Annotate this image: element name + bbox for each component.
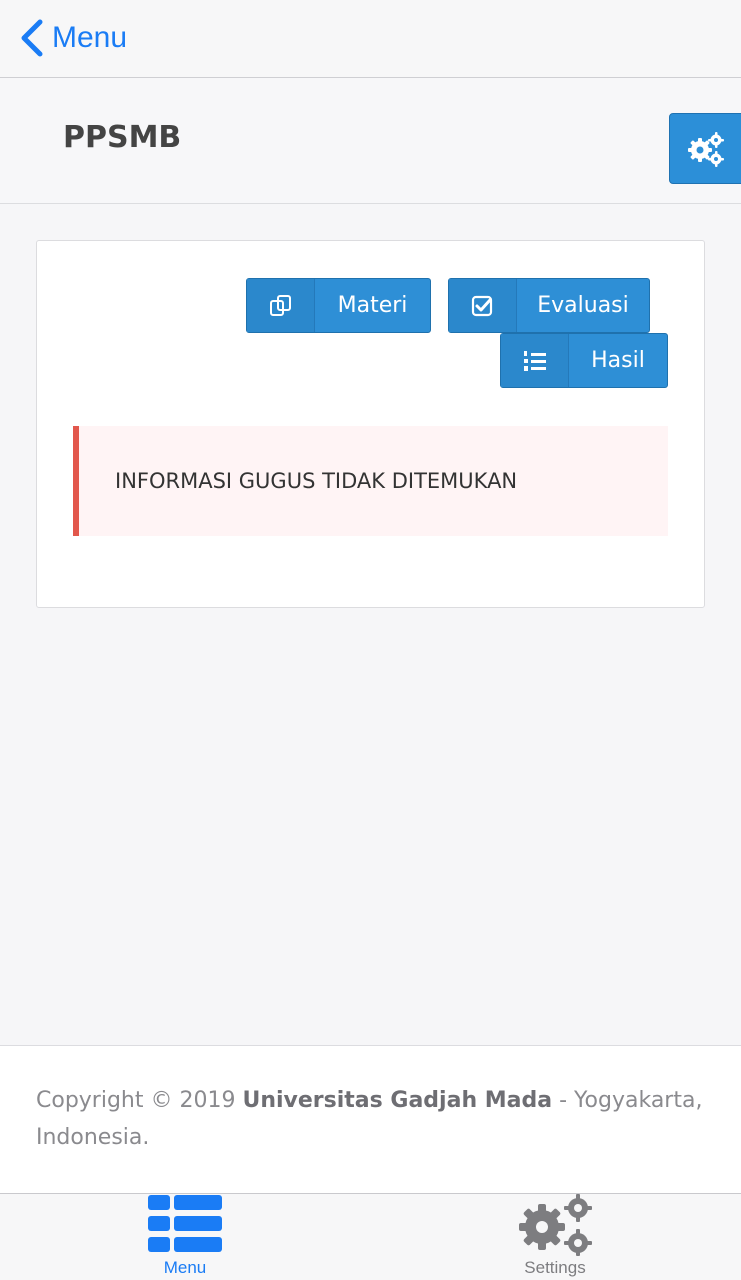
materi-label: Materi xyxy=(337,293,408,318)
top-navbar: Menu xyxy=(0,0,741,78)
tab-menu[interactable]: Menu xyxy=(95,1194,275,1280)
evaluasi-label: Evaluasi xyxy=(537,293,629,318)
copyright-prefix: Copyright © 2019 xyxy=(36,1088,243,1113)
alert-message: INFORMASI GUGUS TIDAK DITEMUKAN xyxy=(73,426,668,536)
hasil-button[interactable]: Hasil xyxy=(500,333,668,388)
back-button[interactable]: Menu xyxy=(18,14,127,62)
bottom-tabbar: Menu Settings xyxy=(0,1193,741,1280)
ordered-list-icon xyxy=(523,350,546,371)
list-icon xyxy=(148,1195,222,1252)
tab-menu-label: Menu xyxy=(163,1258,207,1277)
page-title: PPSMB xyxy=(63,120,182,155)
copyright-org: Universitas Gadjah Mada xyxy=(242,1088,553,1113)
content-panel: Materi Evaluasi Hasil INFORMASI GUGUS TI… xyxy=(36,240,705,608)
back-label: Menu xyxy=(52,21,128,54)
tab-settings[interactable]: Settings xyxy=(465,1194,645,1280)
copy-icon xyxy=(269,294,291,316)
chevron-left-icon xyxy=(21,19,43,57)
footer: Copyright © 2019 Universitas Gadjah Mada… xyxy=(0,1045,741,1193)
alert-text: INFORMASI GUGUS TIDAK DITEMUKAN xyxy=(115,469,518,493)
page-header: PPSMB xyxy=(0,78,741,204)
check-square-icon xyxy=(471,295,492,316)
settings-button[interactable] xyxy=(669,113,741,184)
tab-settings-label: Settings xyxy=(524,1258,586,1277)
evaluasi-button[interactable]: Evaluasi xyxy=(448,278,650,333)
hasil-label: Hasil xyxy=(591,348,645,373)
gears-icon xyxy=(519,1194,592,1256)
materi-button[interactable]: Materi xyxy=(246,278,431,333)
gears-icon xyxy=(688,131,724,167)
